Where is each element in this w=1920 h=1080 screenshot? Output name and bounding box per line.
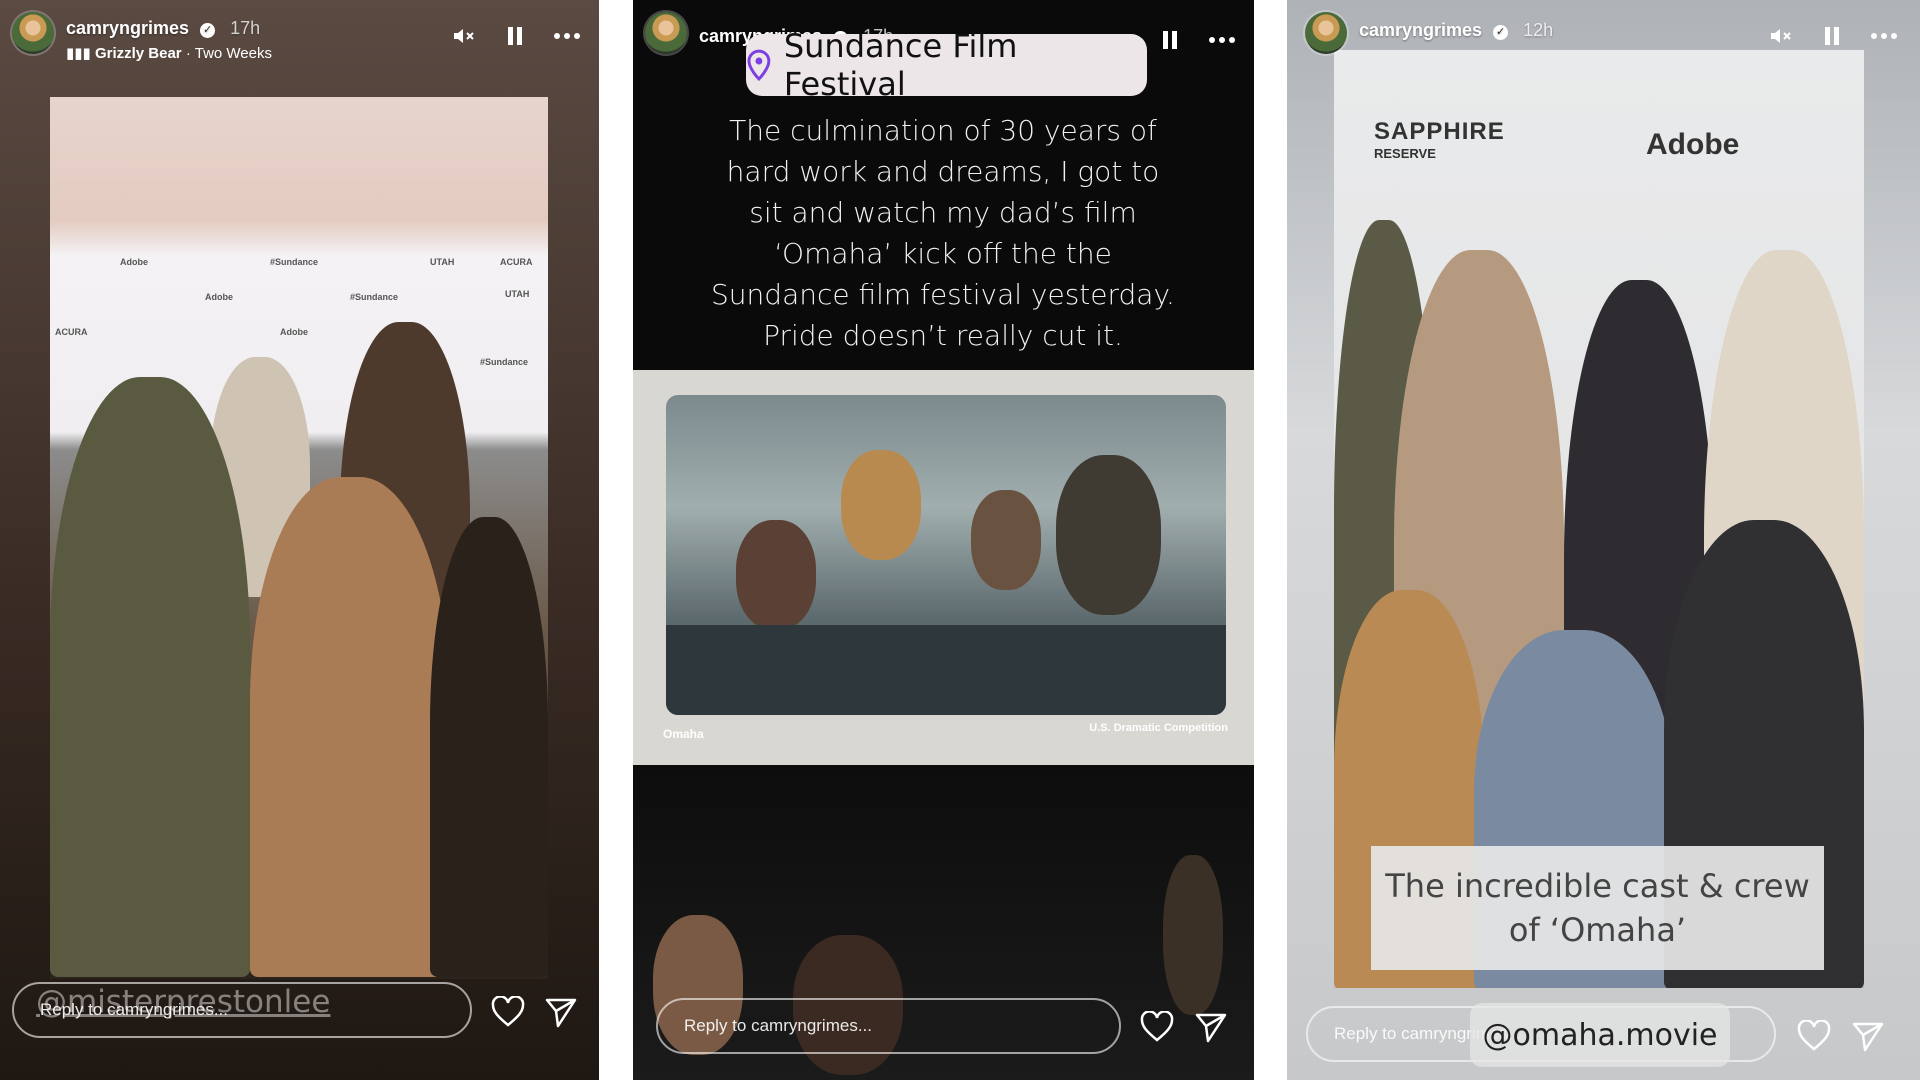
cinema-screen: Omaha U.S. Dramatic Competition [633,370,1254,765]
more-icon[interactable] [1870,22,1898,50]
post-time: 17h [230,18,261,38]
more-icon[interactable] [553,22,581,50]
avatar[interactable] [645,12,687,54]
username[interactable]: camryngrimes [1359,20,1482,40]
more-icon[interactable] [1208,26,1236,54]
caption-line: Sundance film festival yesterday. [711,278,1175,311]
pause-icon[interactable] [1818,22,1846,50]
send-icon[interactable] [543,994,579,1030]
avatar[interactable] [12,12,54,54]
child-figure [971,490,1041,590]
screen-caption-title: Omaha [663,727,704,741]
story-2[interactable]: Omaha U.S. Dramatic Competition camryngr… [633,0,1254,1080]
story-3[interactable]: SAPPHIRE RESERVE Adobe camryngrimes ✓ 12… [1287,0,1920,1080]
music-bars-icon: ▮▮▮ [66,45,91,62]
sponsor-logo: RESERVE [1374,146,1436,161]
backdrop-logo: UTAH [430,257,455,267]
backdrop-logo: #Sundance [480,357,529,367]
backdrop-logo: #Sundance [270,257,319,267]
dog-figure [841,450,921,560]
heart-icon[interactable] [490,994,526,1030]
backdrop-logo: ACURA [500,257,533,267]
verified-icon: ✓ [1493,25,1509,40]
location-pin-icon [747,49,771,81]
reply-input[interactable] [12,982,472,1038]
backdrop-logo: Adobe [120,257,148,267]
pause-icon[interactable] [1156,26,1184,54]
backdrop-logo: #Sundance [350,292,399,302]
heart-icon[interactable] [1796,1018,1832,1054]
music-artist: Two Weeks [194,45,272,62]
story-photo: Adobe #Sundance UTAH ACURA Adobe #Sundan… [50,97,548,979]
caption-sticker: The incredible cast & crew of ‘Omaha’ [1371,846,1824,970]
caption-line: Pride doesn’t really cut it. [763,319,1123,352]
story-1[interactable]: Adobe #Sundance UTAH ACURA Adobe #Sundan… [0,0,599,1080]
story-caption: The culmination of 30 years of hard work… [693,110,1193,356]
send-icon[interactable] [1850,1018,1886,1054]
screen-caption-category: U.S. Dramatic Competition [1089,722,1228,734]
music-title: Grizzly Bear [94,45,182,62]
person-figure [250,477,450,977]
story-header: camryngrimes ✓ 17h ▮▮▮ Grizzly Bear · Tw… [12,10,587,62]
post-time: 12h [1523,20,1554,40]
pause-icon[interactable] [501,22,529,50]
location-name: Sundance Film Festival [783,27,1018,103]
child-figure [736,520,816,630]
sponsor-logo: Adobe [1646,128,1740,161]
caption-line: The culmination of 30 years of [729,114,1157,147]
backdrop-logo: Adobe [205,292,233,302]
mention-sticker[interactable]: @omaha.movie [1470,1003,1730,1067]
heart-icon[interactable] [1139,1009,1175,1045]
caption-line: sit and watch my dad’s film [749,196,1137,229]
camera-operator-figure [50,377,250,977]
person-figure [1163,855,1223,1015]
music-info[interactable]: ▮▮▮ Grizzly Bear · Two Weeks [66,44,272,62]
reply-input[interactable] [656,998,1121,1054]
driver-figure [1056,455,1161,615]
backdrop-logo: Adobe [280,327,308,337]
mute-icon[interactable] [1766,22,1794,50]
caption-line: ‘Omaha’ kick off the the [774,237,1112,270]
avatar[interactable] [1305,12,1347,54]
music-separator: · [185,45,195,62]
send-icon[interactable] [1193,1009,1229,1045]
caption-line: The incredible cast & crew [1385,867,1810,905]
person-figure [430,517,548,977]
location-sticker[interactable]: Sundance Film Festival [746,27,1147,103]
username[interactable]: camryngrimes [66,18,189,38]
caption-line: of ‘Omaha’ [1508,911,1687,949]
film-still [666,395,1226,715]
dashboard [666,625,1226,715]
mute-icon[interactable] [449,22,477,50]
sponsor-logo: SAPPHIRE [1374,118,1505,145]
story-header: camryngrimes ✓ 12h [1305,10,1904,60]
verified-icon: ✓ [200,23,216,38]
caption-line: hard work and dreams, I got to [726,155,1160,188]
backdrop-logo: UTAH [505,289,530,299]
backdrop-logo: ACURA [55,327,88,337]
